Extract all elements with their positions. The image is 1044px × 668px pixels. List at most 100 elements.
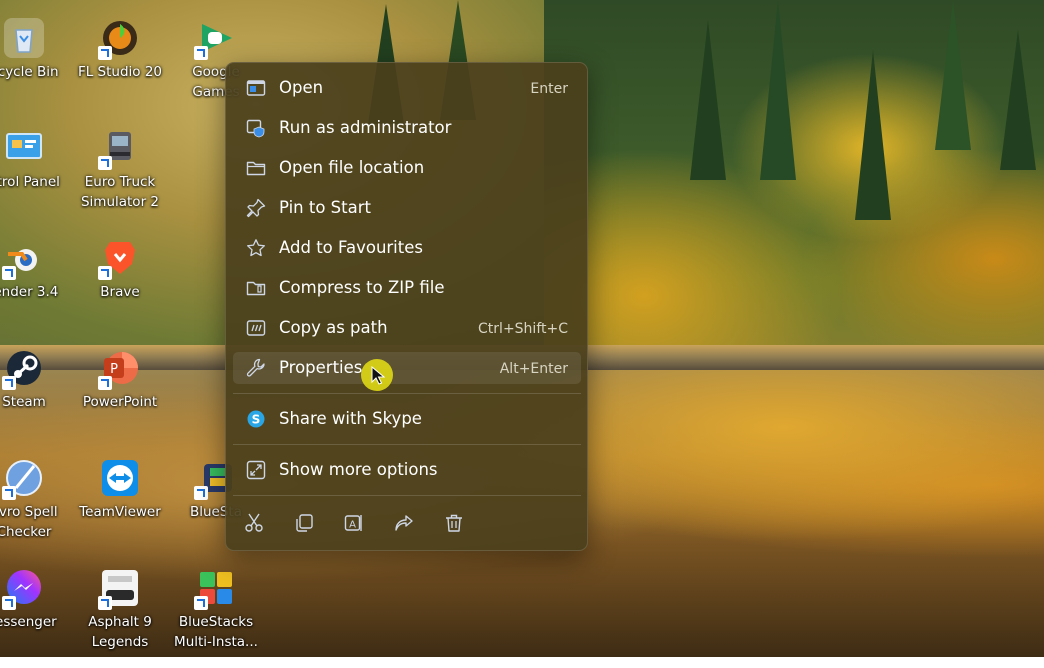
menu-item-share-with-skype[interactable]: S Share with Skype: [233, 403, 581, 435]
desktop-icon-label: FL Studio 20: [77, 64, 163, 80]
bluestacks-multi-instance-icon: [194, 568, 236, 610]
menu-item-pin-to-start[interactable]: Pin to Start: [233, 192, 581, 224]
pin-icon: [246, 198, 266, 218]
share-icon: [395, 515, 413, 531]
open-app-icon: [246, 78, 266, 98]
context-menu: Open Enter Run as administrator Open fil…: [225, 62, 588, 551]
teamviewer-icon: [100, 458, 140, 498]
copy-path-icon: [246, 318, 266, 338]
skype-icon: S: [246, 409, 266, 429]
shortcut-arrow-icon: [98, 266, 112, 280]
desktop-icon-label-line2: Simulator 2: [80, 194, 160, 210]
menu-item-label: Share with Skype: [279, 409, 422, 428]
control-panel-icon: [4, 128, 44, 168]
wallpaper-tree: [1000, 30, 1036, 170]
desktop-icon-label: lessenger: [0, 614, 57, 630]
svg-text:P: P: [110, 362, 118, 377]
shortcut-arrow-icon: [98, 46, 112, 60]
menu-item-label: Properties: [279, 358, 363, 377]
menu-item-label: Add to Favourites: [279, 238, 423, 257]
copy-icon: [296, 514, 313, 532]
cut-icon: [245, 513, 263, 532]
fl-studio-icon: [98, 18, 140, 60]
copy-button[interactable]: [286, 507, 322, 539]
svg-text:A: A: [349, 520, 356, 531]
desktop-icon-asphalt-9[interactable]: Asphalt 9 Legends: [72, 568, 168, 668]
desktop-icon-label: BlueStacks: [178, 614, 254, 630]
desktop-icon-messenger[interactable]: lessenger: [0, 568, 72, 668]
asphalt-9-icon: [98, 568, 140, 610]
menu-separator: [233, 444, 581, 445]
euro-truck-icon: [98, 128, 140, 170]
menu-item-compress-to-zip[interactable]: Compress to ZIP file: [233, 272, 581, 304]
desktop-icon-label: Avro Spell: [0, 504, 58, 520]
brave-lion-icon: [98, 238, 140, 280]
messenger-icon: [2, 568, 44, 610]
shortcut-arrow-icon: [2, 596, 16, 610]
recycle-bin-icon: [4, 18, 44, 58]
desktop-icon-label: ntrol Panel: [0, 174, 60, 190]
menu-item-shortcut: Enter: [530, 81, 568, 97]
wallpaper-tree: [690, 20, 726, 180]
menu-item-show-more-options[interactable]: Show more options: [233, 454, 581, 486]
wrench-icon: [246, 358, 266, 378]
menu-item-copy-as-path[interactable]: Copy as path Ctrl+Shift+C: [233, 312, 581, 344]
desktop-icon-brave[interactable]: Brave: [72, 238, 168, 338]
menu-item-open-file-location[interactable]: Open file location: [233, 152, 581, 184]
share-button[interactable]: [386, 507, 422, 539]
blender-icon: [2, 238, 44, 280]
shortcut-arrow-icon: [194, 46, 208, 60]
desktop-icon-fl-studio[interactable]: FL Studio 20: [72, 18, 168, 118]
powerpoint-icon: P: [98, 348, 140, 390]
desktop-icon-label: ecycle Bin: [0, 64, 59, 80]
delete-button[interactable]: [436, 507, 472, 539]
desktop-icon-steam[interactable]: Steam: [0, 348, 72, 448]
desktop-icon-label: TeamViewer: [79, 504, 161, 520]
menu-item-open[interactable]: Open Enter: [233, 72, 581, 104]
desktop-icon-control-panel[interactable]: ntrol Panel: [0, 128, 72, 228]
shortcut-arrow-icon: [98, 156, 112, 170]
shortcut-arrow-icon: [2, 376, 16, 390]
desktop-icon-blender[interactable]: lender 3.4: [0, 238, 72, 338]
menu-item-add-to-favourites[interactable]: Add to Favourites: [233, 232, 581, 264]
desktop-icon-avro-spell-checker[interactable]: Avro Spell Checker: [0, 458, 72, 558]
google-play-games-icon: [194, 18, 236, 60]
wallpaper-tree: [935, 0, 971, 150]
desktop-icon-label: lender 3.4: [0, 284, 59, 300]
mouse-pointer-icon: [371, 366, 385, 385]
menu-item-label: Show more options: [279, 460, 438, 479]
cut-button[interactable]: [236, 507, 272, 539]
menu-item-label: Run as administrator: [279, 118, 452, 137]
delete-icon: [446, 514, 462, 532]
rename-button[interactable]: A: [336, 507, 372, 539]
menu-item-run-as-administrator[interactable]: Run as administrator: [233, 112, 581, 144]
desktop-icon-bluestacks-multi-instance[interactable]: BlueStacks Multi-Insta...: [168, 568, 264, 668]
steam-icon: [2, 348, 44, 390]
menu-item-label: Open file location: [279, 158, 425, 177]
shield-icon: [246, 118, 266, 138]
desktop-icon-label: Euro Truck: [84, 174, 156, 190]
menu-separator: [233, 393, 581, 394]
star-icon: [246, 238, 266, 258]
menu-item-label: Open: [279, 78, 324, 97]
desktop-icon-euro-truck[interactable]: Euro Truck Simulator 2: [72, 128, 168, 228]
desktop-icon-recycle-bin[interactable]: ecycle Bin: [0, 18, 72, 118]
desktop-icon-label-line2: Legends: [91, 634, 149, 650]
shortcut-arrow-icon: [194, 596, 208, 610]
desktop-icon-teamviewer[interactable]: TeamViewer: [72, 458, 168, 558]
avro-spell-checker-icon: [2, 458, 44, 500]
menu-item-properties[interactable]: Properties Alt+Enter: [233, 352, 581, 384]
desktop-icon-label: Steam: [2, 394, 46, 410]
desktop-icon-label: PowerPoint: [82, 394, 158, 410]
desktop-icon-powerpoint[interactable]: P PowerPoint: [72, 348, 168, 448]
shortcut-arrow-icon: [2, 486, 16, 500]
menu-item-label: Pin to Start: [279, 198, 371, 217]
desktop-icon-label: Asphalt 9: [88, 614, 152, 630]
shortcut-arrow-icon: [98, 596, 112, 610]
rename-icon: A: [344, 515, 362, 531]
desktop-icon-label-line2: Checker: [0, 524, 52, 540]
desktop-icon-label: Brave: [100, 284, 140, 300]
menu-item-label: Copy as path: [279, 318, 388, 337]
desktop-icon-label-line2: Multi-Insta...: [174, 634, 258, 650]
shortcut-arrow-icon: [2, 266, 16, 280]
